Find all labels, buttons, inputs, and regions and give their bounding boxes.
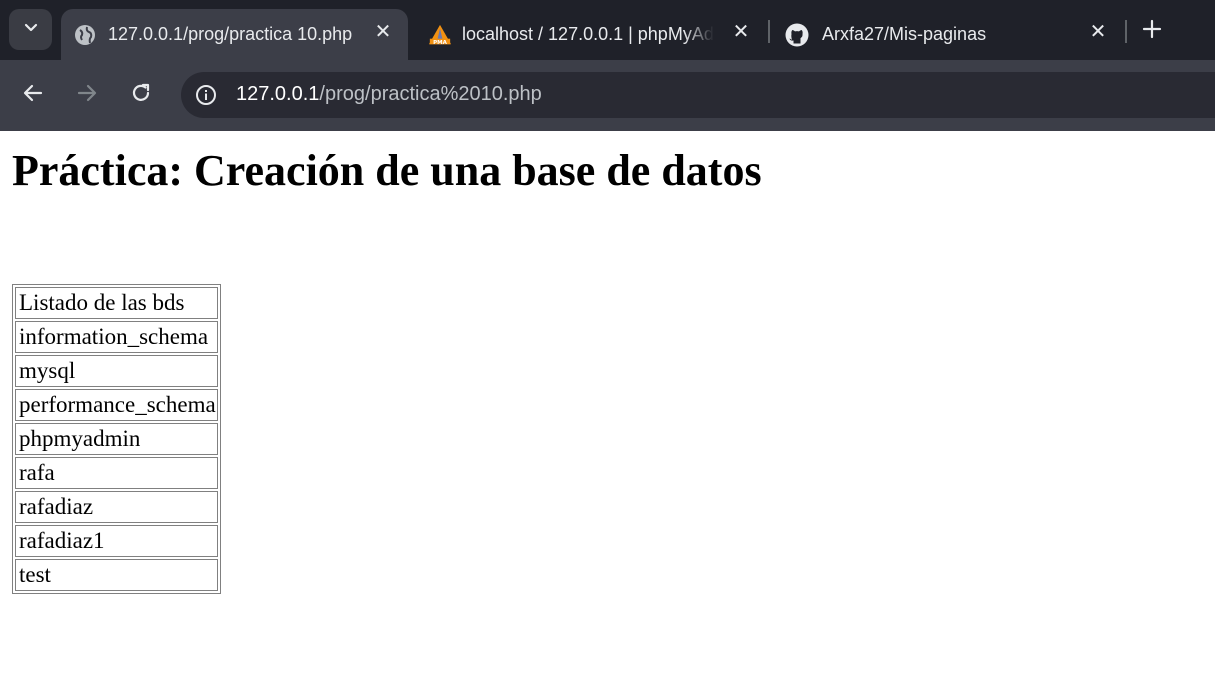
tab-strip: 127.0.0.1/prog/practica 10.php ✕ PMA loc…	[0, 0, 1215, 60]
table-row: rafadiaz1	[15, 525, 218, 557]
address-bar[interactable]: 127.0.0.1/prog/practica%2010.php	[181, 72, 1215, 118]
site-info-icon[interactable]	[194, 83, 218, 107]
close-icon[interactable]: ✕	[1087, 20, 1109, 43]
tab-separator	[1125, 20, 1127, 43]
tab-title: localhost / 127.0.0.1 | phpMyAdmin	[462, 24, 714, 44]
database-name-cell: phpmyadmin	[15, 423, 218, 455]
table-row: mysql	[15, 355, 218, 387]
table-row: performance_schema	[15, 389, 218, 421]
chevron-down-icon	[23, 19, 39, 40]
tab-title: 127.0.0.1/prog/practica 10.php	[108, 24, 353, 44]
reload-icon	[130, 82, 152, 109]
database-name-cell: performance_schema	[15, 389, 218, 421]
tab-title: Arxfa27/Mis-paginas	[822, 24, 987, 44]
table-row: information_schema	[15, 321, 218, 353]
url-text: 127.0.0.1/prog/practica%2010.php	[236, 83, 542, 106]
table-header-cell: Listado de las bds	[15, 287, 218, 319]
arrow-right-icon	[76, 82, 98, 109]
table-row: rafa	[15, 457, 218, 489]
page-title: Práctica: Creación de una base de datos	[12, 146, 762, 195]
table-row: phpmyadmin	[15, 423, 218, 455]
table-row: rafadiaz	[15, 491, 218, 523]
forward-button[interactable]	[72, 80, 102, 110]
tab-practica[interactable]: 127.0.0.1/prog/practica 10.php ✕	[61, 9, 408, 60]
arrow-left-icon	[22, 82, 44, 109]
close-icon[interactable]: ✕	[730, 20, 752, 43]
table-row: test	[15, 559, 218, 591]
database-table: Listado de las bds information_schema mys…	[12, 284, 221, 594]
database-name-cell: mysql	[15, 355, 218, 387]
plus-icon	[1142, 19, 1162, 44]
database-name-cell: rafadiaz1	[15, 525, 218, 557]
table-header-row: Listado de las bds	[15, 287, 218, 319]
url-path: /prog/practica%2010.php	[319, 83, 542, 105]
toolbar: 127.0.0.1/prog/practica%2010.php	[0, 60, 1215, 131]
reload-button[interactable]	[126, 80, 156, 110]
database-name-cell: test	[15, 559, 218, 591]
phpmyadmin-icon: PMA	[428, 23, 452, 47]
new-tab-button[interactable]	[1138, 17, 1166, 45]
tab-github[interactable]: Arxfa27/Mis-paginas ✕	[772, 9, 1122, 60]
github-icon	[785, 23, 809, 47]
database-name-cell: rafadiaz	[15, 491, 218, 523]
tab-separator	[768, 20, 770, 43]
url-host: 127.0.0.1	[236, 83, 320, 105]
database-name-cell: rafa	[15, 457, 218, 489]
tab-search-button[interactable]	[9, 9, 52, 50]
back-button[interactable]	[18, 80, 48, 110]
tab-phpmyadmin[interactable]: PMA localhost / 127.0.0.1 | phpMyAdmin ✕	[415, 9, 755, 60]
svg-text:PMA: PMA	[433, 39, 448, 45]
close-icon[interactable]: ✕	[372, 20, 394, 43]
globe-icon	[73, 23, 97, 47]
database-name-cell: information_schema	[15, 321, 218, 353]
